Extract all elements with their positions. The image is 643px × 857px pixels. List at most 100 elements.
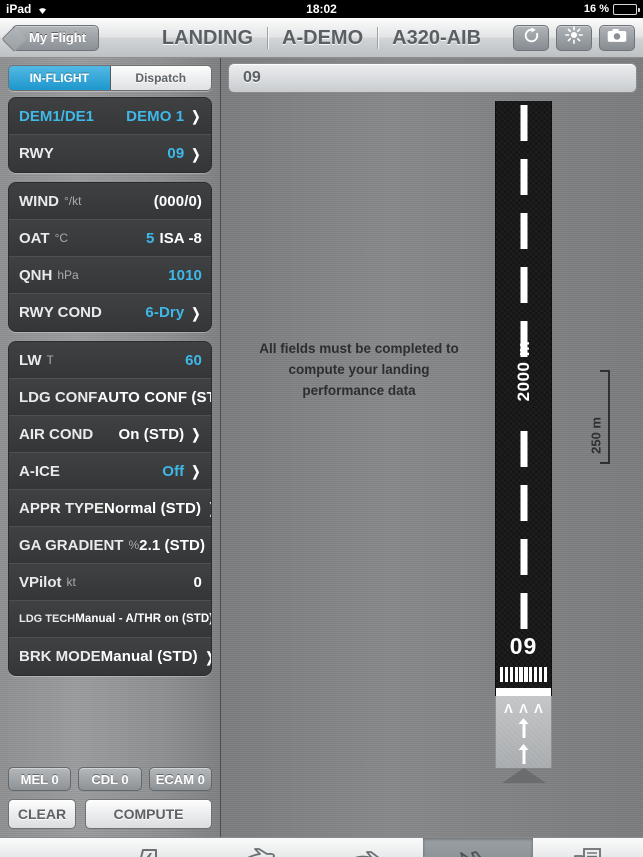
status-pills: MEL 0 CDL 0 ECAM 0 [8, 767, 212, 791]
navigation-bar: My Flight LANDING A-DEMO A320-AIB [0, 18, 643, 58]
row-value: 0 [193, 573, 202, 591]
runway-distance-label: 2000 m [513, 340, 533, 402]
cdl-button[interactable]: CDL 0 [78, 767, 142, 791]
row-label: AIR COND [19, 425, 94, 443]
runway-header-label: 09 [243, 69, 261, 86]
tab-dispatch-label: Dispatch [135, 71, 187, 85]
chevron-up-icon: Λ [504, 701, 513, 716]
mel-label: MEL 0 [20, 771, 59, 787]
back-button-my-flight[interactable]: My Flight [12, 24, 100, 51]
chevron-right-icon: ❯ [191, 145, 201, 162]
brightness-button[interactable] [556, 24, 592, 51]
compute-button[interactable]: COMPUTE [85, 799, 212, 829]
row-appr-type[interactable]: APPR TYPE Normal (STD) ❯ [9, 490, 211, 527]
ecam-button[interactable]: ECAM 0 [148, 767, 212, 791]
row-label: QNH [19, 266, 53, 284]
cruise-icon [348, 846, 388, 857]
row-brk-mode[interactable]: BRK MODE Manual (STD) ❯ [9, 638, 211, 675]
row-vpilot[interactable]: VPilot kt 0 [9, 564, 211, 601]
row-label: DEM1/DE1 [19, 107, 95, 125]
centerline-dash [520, 539, 527, 575]
mel-button[interactable]: MEL 0 [8, 767, 72, 791]
row-value: AUTO CONF (STD) [97, 388, 211, 406]
row-oat[interactable]: OAT °C 5 ISA -8 [9, 220, 211, 257]
toolbar-item-documents[interactable] [533, 838, 643, 857]
row-value-isa: ISA -8 [159, 229, 202, 247]
scale-label: 250 m [588, 417, 604, 454]
chevron-right-icon: ❯ [191, 304, 201, 321]
tab-in-flight[interactable]: IN-FLIGHT [9, 66, 111, 90]
row-label: GA GRADIENT [19, 536, 124, 554]
row-value: 60 [185, 351, 202, 369]
status-time: 18:02 [306, 2, 337, 16]
parameter-group: DEM1/DE1 DEMO 1 ❯ RWY 09 ❯ [8, 97, 212, 173]
hint-message: All fields must be completed to compute … [259, 341, 459, 398]
mode-tabs: IN-FLIGHT Dispatch [8, 65, 212, 91]
brightness-icon [565, 26, 583, 49]
cdl-label: CDL 0 [91, 771, 129, 787]
row-rwy[interactable]: RWY 09 ❯ [9, 135, 211, 172]
chevron-right-icon: ❯ [205, 650, 211, 664]
row-value: On (STD) [118, 425, 185, 443]
status-right: 16 % [583, 3, 640, 15]
chevron-right-icon: ❯ [209, 501, 211, 515]
row-value: DEMO 1 [126, 107, 185, 125]
clear-label: CLEAR [17, 806, 67, 822]
toolbar-item-takeoff[interactable] [202, 838, 312, 857]
row-value: Manual - A/THR on (STD) [75, 613, 212, 625]
refresh-button[interactable] [513, 24, 549, 51]
toolbar-item-landing[interactable] [422, 838, 533, 857]
camera-button[interactable] [599, 24, 635, 51]
chevron-right-icon: ❯ [191, 108, 201, 124]
row-qnh[interactable]: QNH hPa 1010 [9, 257, 211, 294]
row-wind[interactable]: WIND °/kt (000/0) [9, 183, 211, 220]
centerline-dash [520, 431, 527, 467]
row-value: Normal (STD) [104, 499, 202, 517]
runway-header[interactable]: 09 [228, 63, 637, 93]
row-lw[interactable]: LW T 60 [9, 342, 211, 379]
tailfin-icon [130, 846, 164, 857]
clear-button[interactable]: CLEAR [8, 799, 76, 829]
scale-indicator: 250 m [578, 370, 612, 464]
chevron-right-icon: ❯ [191, 463, 201, 479]
row-value: 2.1 (STD) [139, 536, 206, 554]
row-label: LW [19, 351, 42, 369]
toolbar-item-in-flight[interactable] [312, 838, 422, 857]
row-value: (000/0) [153, 192, 202, 210]
battery-percent: 16 % [583, 3, 609, 15]
bottom-toolbar [0, 837, 643, 857]
row-a-ice[interactable]: A-ICE Off ❯ [9, 453, 211, 490]
row-label: VPilot [19, 573, 62, 591]
row-value: Off [162, 462, 185, 480]
row-label: WIND [19, 192, 59, 210]
row-rwy-cond[interactable]: RWY COND 6-Dry ❯ [9, 294, 211, 331]
tab-dispatch[interactable]: Dispatch [110, 66, 211, 90]
aircraft-title: A320-AIB [392, 26, 482, 49]
tab-in-flight-label: IN-FLIGHT [29, 71, 89, 85]
row-unit: % [128, 538, 140, 552]
ecam-label: ECAM 0 [155, 771, 205, 787]
row-ga-gradient[interactable]: GA GRADIENT % 2.1 (STD) [9, 527, 211, 564]
row-demo[interactable]: DEM1/DE1 DEMO 1 ❯ [9, 98, 211, 135]
documents-icon [571, 846, 605, 857]
row-air-cond[interactable]: AIR COND On (STD) ❯ [9, 416, 211, 453]
parameter-group: LW T 60 LDG CONF AUTO CONF (STD) ❯ AIR C… [8, 341, 212, 676]
row-ldg-conf[interactable]: LDG CONF AUTO CONF (STD) ❯ [9, 379, 211, 416]
threshold-markings [500, 667, 547, 682]
sidebar-footer: MEL 0 CDL 0 ECAM 0 CLEAR COMPUTE [0, 767, 220, 837]
row-label: BRK MODE [19, 648, 101, 665]
row-value: Manual (STD) [100, 648, 198, 665]
row-unit: °/kt [64, 194, 82, 208]
compute-label: COMPUTE [113, 806, 184, 822]
row-unit: hPa [57, 268, 79, 282]
row-unit: T [46, 353, 54, 367]
centerline-dash [520, 105, 527, 141]
row-ldg-tech[interactable]: LDG TECH Manual - A/THR on (STD) ❯ [9, 601, 211, 638]
ios-status-bar: iPad 18:02 16 % [0, 0, 643, 18]
toolbar-item-aircraft[interactable] [92, 838, 202, 857]
camera-icon [607, 28, 627, 48]
action-buttons: CLEAR COMPUTE [8, 799, 212, 829]
row-value: 6-Dry [145, 304, 185, 321]
threshold-bar [496, 688, 551, 696]
